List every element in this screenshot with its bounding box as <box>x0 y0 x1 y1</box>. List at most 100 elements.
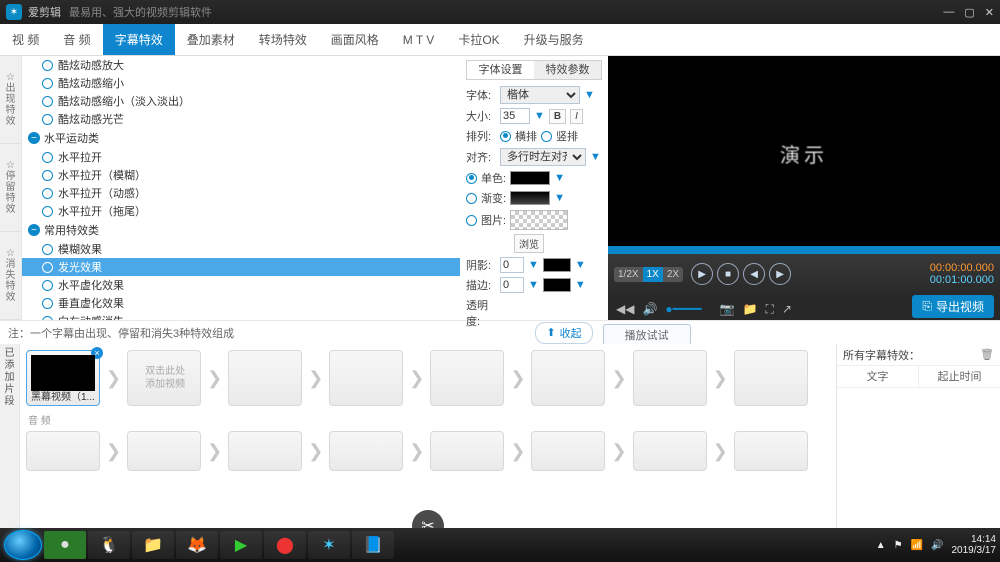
empty-audio-slot[interactable] <box>228 431 302 471</box>
dropdown-icon[interactable]: ▼ <box>534 110 545 122</box>
radio-gradient[interactable] <box>466 193 477 204</box>
font-select[interactable]: 楷体 <box>500 86 580 104</box>
tab-font-settings[interactable]: 字体设置 <box>467 61 534 79</box>
empty-audio-slot[interactable] <box>531 431 605 471</box>
effect-item[interactable]: 酷炫动感缩小（淡入淡出） <box>22 92 460 110</box>
shadow-input[interactable] <box>500 257 524 273</box>
taskbar-app[interactable]: ✶ <box>308 531 350 559</box>
effect-item[interactable]: 水平虚化效果 <box>22 276 460 294</box>
folder-icon[interactable]: 📁 <box>743 302 758 316</box>
taskbar-app[interactable]: ● <box>44 531 86 559</box>
speed-button[interactable]: 1X <box>643 267 663 282</box>
empty-clip-slot[interactable] <box>329 350 403 406</box>
stop-button[interactable]: ■ <box>717 263 739 285</box>
rewind-icon[interactable]: ◀◀ <box>616 302 634 316</box>
seek-bar[interactable] <box>608 246 1000 254</box>
tray-flag-icon[interactable]: ⚑ <box>894 540 903 551</box>
video-canvas[interactable]: 演示 <box>608 56 1000 250</box>
browse-button[interactable]: 浏览 <box>514 234 544 253</box>
main-tab[interactable]: M T V <box>391 24 447 55</box>
taskbar-app[interactable]: ▶ <box>220 531 262 559</box>
main-tab[interactable]: 画面风格 <box>319 24 391 55</box>
export-video-button[interactable]: ⎘ 导出视频 <box>912 295 994 318</box>
gradient-swatch[interactable] <box>510 191 550 205</box>
stroke-color[interactable] <box>543 278 571 292</box>
effect-item[interactable]: 水平拉开 <box>22 148 460 166</box>
effect-item[interactable]: 水平拉开（模糊） <box>22 166 460 184</box>
start-button[interactable] <box>4 530 42 560</box>
main-tab[interactable]: 字幕特效 <box>103 24 175 55</box>
radio-image[interactable] <box>466 215 477 226</box>
size-input[interactable] <box>500 108 530 124</box>
dropdown-icon[interactable]: ▼ <box>528 279 539 291</box>
dropdown-icon[interactable]: ▼ <box>575 259 586 271</box>
shadow-color[interactable] <box>543 258 571 272</box>
effect-item[interactable]: 水平拉开（拖尾） <box>22 202 460 220</box>
empty-audio-slot[interactable] <box>734 431 808 471</box>
empty-audio-slot[interactable] <box>430 431 504 471</box>
empty-clip-slot[interactable]: 双击此处添加视频 <box>127 350 201 406</box>
effect-group[interactable]: −常用特效类 <box>22 220 460 240</box>
align-select[interactable]: 多行时左对齐 <box>500 148 586 166</box>
dropdown-icon[interactable]: ▼ <box>590 151 601 163</box>
effect-item[interactable]: 模糊效果 <box>22 240 460 258</box>
tab-effect-params[interactable]: 特效参数 <box>534 61 601 79</box>
prev-frame-button[interactable]: ◀ <box>743 263 765 285</box>
main-tab[interactable]: 升级与服务 <box>512 24 596 55</box>
speed-button[interactable]: 1/2X <box>614 267 643 282</box>
empty-audio-slot[interactable] <box>329 431 403 471</box>
empty-audio-slot[interactable] <box>26 431 100 471</box>
taskbar-app[interactable]: ⬤ <box>264 531 306 559</box>
effect-item[interactable]: 向左动感消失 <box>22 312 460 320</box>
radio-horizontal[interactable] <box>500 131 511 142</box>
effect-item[interactable]: 酷炫动感放大 <box>22 56 460 74</box>
delete-icon[interactable]: 🗑 <box>980 348 994 361</box>
play-button[interactable]: ▶ <box>691 263 713 285</box>
main-tab[interactable]: 视 频 <box>0 24 51 55</box>
dropdown-icon[interactable]: ▼ <box>575 279 586 291</box>
added-clips-tab[interactable]: 已添加片段 <box>0 344 20 528</box>
fullscreen-icon[interactable]: ⛶ <box>765 302 773 317</box>
share-icon[interactable]: ↗ <box>782 302 792 316</box>
empty-clip-slot[interactable] <box>633 350 707 406</box>
empty-audio-slot[interactable] <box>633 431 707 471</box>
empty-audio-slot[interactable] <box>127 431 201 471</box>
effect-item[interactable]: 垂直虚化效果 <box>22 294 460 312</box>
taskbar-app[interactable]: 📘 <box>352 531 394 559</box>
stroke-input[interactable] <box>500 277 524 293</box>
snapshot-icon[interactable]: 📷 <box>720 302 735 316</box>
volume-icon[interactable]: 🔊 <box>642 302 657 316</box>
main-tab[interactable]: 卡拉OK <box>446 24 511 55</box>
taskbar-app[interactable]: 📁 <box>132 531 174 559</box>
fold-button[interactable]: ⬆ 收起 <box>535 322 592 344</box>
dropdown-icon[interactable]: ▼ <box>584 89 595 101</box>
effect-item[interactable]: 水平拉开（动感） <box>22 184 460 202</box>
main-tab[interactable]: 转场特效 <box>247 24 319 55</box>
dropdown-icon[interactable]: ▼ <box>528 259 539 271</box>
split-clip-button[interactable]: ✂ <box>412 510 444 528</box>
side-tab[interactable]: ☆消失特效 <box>0 232 21 320</box>
italic-button[interactable]: I <box>570 109 583 124</box>
play-try-button[interactable]: 播放试试 <box>603 324 691 346</box>
main-tab[interactable]: 音 频 <box>51 24 102 55</box>
bold-button[interactable]: B <box>549 109 566 124</box>
empty-clip-slot[interactable] <box>228 350 302 406</box>
maximize-icon[interactable]: ▢ <box>964 6 974 19</box>
empty-clip-slot[interactable] <box>430 350 504 406</box>
taskbar-app[interactable]: 🐧 <box>88 531 130 559</box>
radio-vertical[interactable] <box>541 131 552 142</box>
side-tab[interactable]: ☆停留特效 <box>0 144 21 232</box>
dropdown-icon[interactable]: ▼ <box>554 192 565 204</box>
effect-item[interactable]: 酷炫动感缩小 <box>22 74 460 92</box>
effect-item[interactable]: 发光效果 <box>22 258 460 276</box>
side-tab[interactable]: ☆出现特效 <box>0 56 21 144</box>
tray-arrow-icon[interactable]: ▲ <box>876 540 886 551</box>
radio-solid-color[interactable] <box>466 173 477 184</box>
dropdown-icon[interactable]: ▼ <box>554 172 565 184</box>
effect-group[interactable]: −水平运动类 <box>22 128 460 148</box>
main-tab[interactable]: 叠加素材 <box>175 24 247 55</box>
minimize-icon[interactable]: — <box>943 6 954 19</box>
taskbar-clock[interactable]: 14:14 2019/3/17 <box>952 534 997 556</box>
next-frame-button[interactable]: ▶ <box>769 263 791 285</box>
close-icon[interactable]: ✕ <box>985 6 994 19</box>
